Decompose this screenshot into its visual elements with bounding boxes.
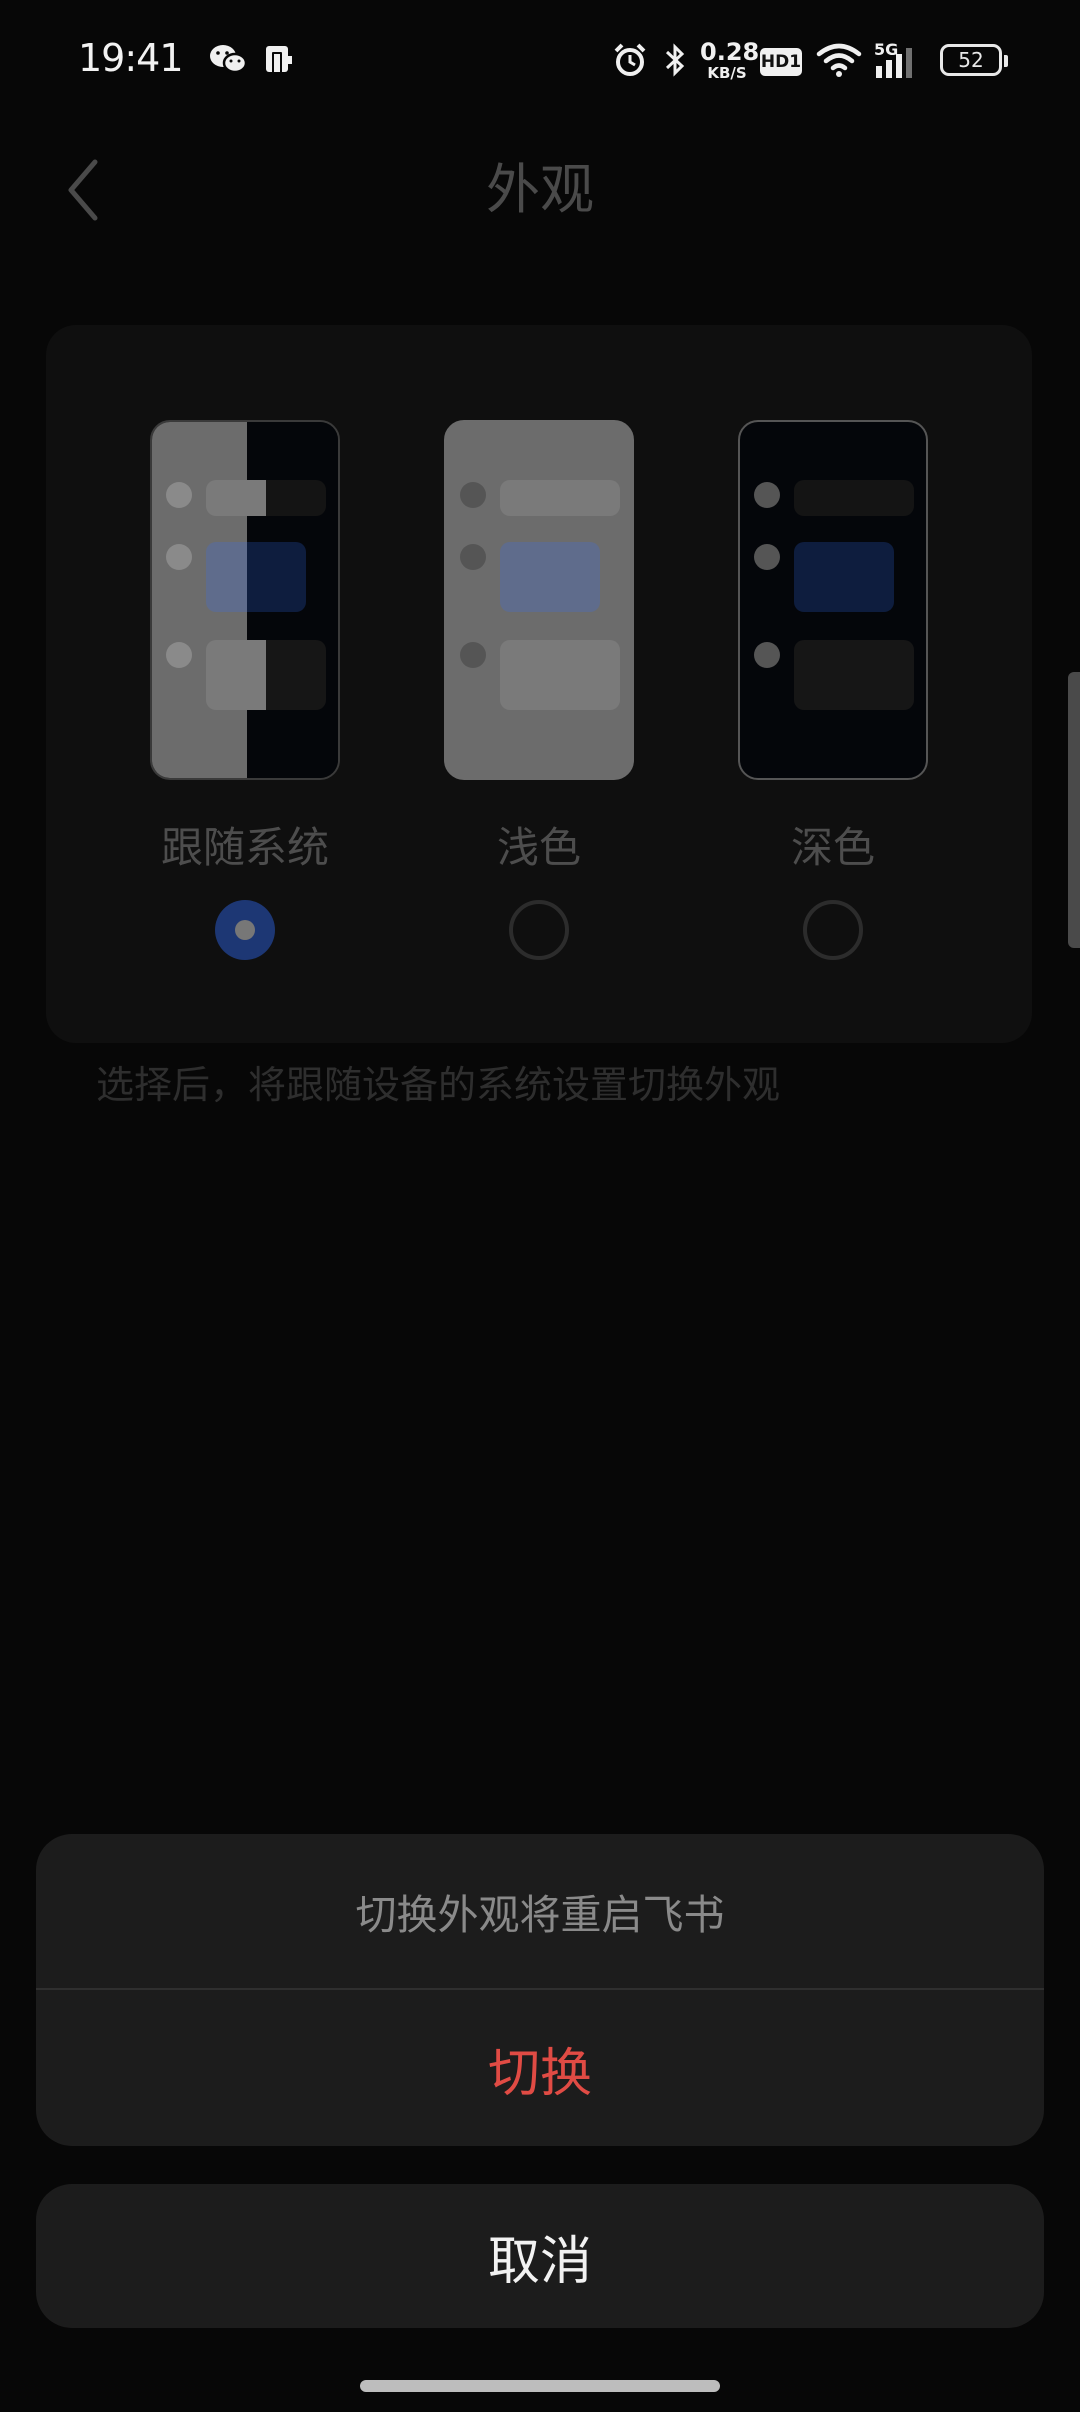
alarm-icon	[610, 40, 650, 80]
option-label: 深色	[790, 823, 875, 872]
restart-confirm-sheet: 切换外观将重启飞书 切换	[36, 1834, 1044, 2146]
network-speed: 0.28 KB/S	[700, 38, 760, 82]
scroll-indicator	[1068, 672, 1080, 948]
appearance-hint: 选择后，将跟随设备的系统设置切换外观	[96, 1063, 781, 1107]
option-dark[interactable]: 深色	[738, 420, 928, 960]
appearance-options-card: 跟随系统 浅色 深色	[46, 325, 1032, 1043]
cancel-button[interactable]: 取消	[36, 2184, 1044, 2328]
sheet-message: 切换外观将重启飞书	[36, 1834, 1044, 1990]
network-label: 5G	[874, 40, 899, 59]
radio-follow-system[interactable]	[215, 900, 275, 960]
follow-system-preview	[150, 420, 340, 780]
status-bar: 19:41 0.28 KB/S HD1 5G 52	[0, 0, 1080, 120]
wechat-icon	[205, 40, 251, 80]
radio-light[interactable]	[509, 900, 569, 960]
wifi-icon	[815, 40, 863, 80]
option-follow-system[interactable]: 跟随系统	[150, 420, 340, 960]
signal-icon: 5G	[872, 40, 928, 80]
appearance-settings-screen: 19:41 0.28 KB/S HD1 5G 52 外观 跟随系统 浅色 深色 …	[0, 0, 1080, 2412]
battery-indicator: 52	[940, 44, 1008, 76]
radio-dark[interactable]	[803, 900, 863, 960]
dark-preview	[738, 420, 928, 780]
light-preview	[444, 420, 634, 780]
phone-clone-icon	[258, 40, 298, 80]
bluetooth-icon	[658, 40, 692, 80]
switch-button[interactable]: 切换	[36, 1990, 1044, 2146]
hd-badge: HD1	[760, 48, 802, 76]
option-light[interactable]: 浅色	[444, 420, 634, 960]
option-label: 跟随系统	[160, 823, 329, 872]
status-time: 19:41	[78, 36, 184, 80]
home-indicator[interactable]	[360, 2380, 720, 2392]
option-label: 浅色	[496, 823, 581, 872]
page-title: 外观	[486, 158, 594, 221]
